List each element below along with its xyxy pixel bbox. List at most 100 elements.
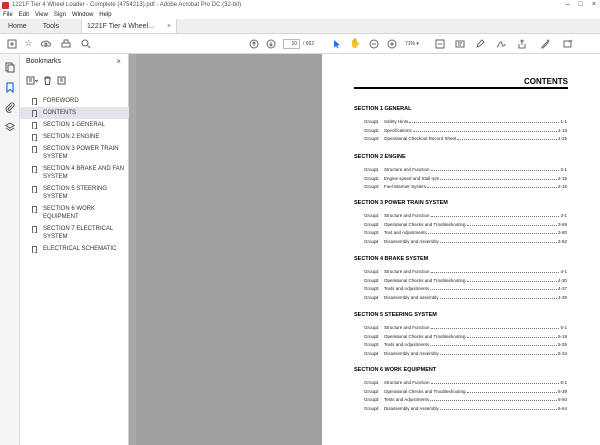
toc-page-number: 2-1 [560,167,567,172]
toc-row[interactable]: Group 2 Engine speed and Stall rpm 2-15 [364,176,567,181]
page-up-icon[interactable] [248,38,259,49]
bookmark-icon [32,186,37,193]
fit-page-icon[interactable] [434,38,445,49]
bookmark-add-icon[interactable]: ☆ [23,38,34,49]
layers-icon[interactable] [4,122,16,134]
toc-entry-title: Structure and Function [384,380,430,385]
toc-row[interactable]: Group 3 Tests and Adjustments 4-37 [364,286,567,291]
toc-row[interactable]: Group 2 Operational Checks and Troubleshoo… [364,222,567,227]
tab-bar: Home Tools 1221F Tier 4 Wheel... × [0,19,600,34]
pen-icon[interactable] [474,38,485,49]
toc-row[interactable]: Group 2 Operational Checks and Troubleshoo… [364,334,567,339]
toc-row[interactable]: Group 1 Structure and Function 6-1 [364,380,567,385]
bookmark-icon [32,110,37,117]
bookmark-section-4[interactable]: SECTION 4 BRAKE AND FAN SYSTEM [20,163,129,183]
chevron-down-icon: ▾ [416,41,419,47]
toc-row[interactable]: Group 2 Operational Checks and Troubleshoo… [364,278,567,283]
search-icon[interactable] [80,38,91,49]
page-down-icon[interactable] [265,38,276,49]
select-cursor-icon[interactable] [331,38,342,49]
toc-entry-title: Engine speed and Stall rpm [384,175,440,181]
zoom-out-icon[interactable] [368,38,379,49]
print-icon[interactable] [60,38,71,49]
create-icon[interactable] [6,38,17,49]
menu-file[interactable]: File [3,12,13,18]
bookmark-section-3[interactable]: SECTION 3 POWER TRAIN SYSTEM [20,143,129,163]
bookmark-options-icon[interactable] [26,76,39,87]
toc-row[interactable]: Group 3 Tests and Adjustments 6-50 [364,397,567,402]
page-number-input[interactable]: 10 [283,39,300,49]
page-thumbnails-icon[interactable] [4,62,16,74]
bookmark-electrical-schematic[interactable]: ELECTRICAL SCHEMATIC [20,243,129,255]
toc-page-number: 6-50 [557,397,567,403]
toc-row[interactable]: Group 4 Disassembly and Assembly 3-82 [364,239,567,244]
bookmark-section-7[interactable]: SECTION 7 ELECTRICAL SYSTEM [20,223,129,243]
bookmark-section-5[interactable]: SECTION 5 STEERING SYSTEM [20,183,129,203]
toc-leader-dots [430,216,560,217]
toc-leader-dots [440,178,557,180]
toc-row[interactable]: Group 1 Safety Hints 1-1 [364,119,567,124]
close-panel-icon[interactable]: × [116,57,121,66]
mark-up-icon[interactable] [539,38,550,49]
toc-page-number: 4-37 [557,286,567,292]
tab-home[interactable]: Home [0,19,35,33]
tab-tools[interactable]: Tools [35,19,67,33]
zoom-in-icon[interactable] [386,38,397,49]
toc-group-label: Group [364,380,377,385]
highlight-icon[interactable] [454,38,465,49]
share-icon[interactable] [516,38,527,49]
toc-row[interactable]: Group 2 Operational Checks and Troubleshoo… [364,389,567,394]
toc-entry-title: Operational Checks and Troubleshooting [384,221,466,227]
menu-help[interactable]: Help [99,12,111,18]
toc-leader-dots [430,400,557,402]
toc-row[interactable]: Group 2 Specifications 1-13 [364,128,567,133]
menu-sign[interactable]: Sign [54,12,66,18]
toc-page-number: 3-1 [560,213,567,218]
close-icon[interactable]: × [592,0,596,10]
toc-group-number: 3 [376,286,379,292]
new-bookmark-icon[interactable] [57,76,66,87]
toc-row[interactable]: Group 1 Structure and Function 3-1 [364,213,567,218]
toc-row[interactable]: Group 3 Tests and Adjustments 5-26 [364,342,567,347]
pdf-page[interactable]: CONTENTS SECTION 1 GENERAL Group 1 Safety H… [322,54,600,445]
toc-leader-dots [439,242,557,244]
zoom-level-select[interactable]: 71% ▾ [405,39,419,49]
bookmark-section-1[interactable]: SECTION 1 GENERAL [20,119,129,131]
toc-row[interactable]: Group 4 Disassembly and Assembly 5-34 [364,351,567,356]
toc-row[interactable]: Group 3 Test and Adjustments 3-80 [364,230,567,235]
bookmark-section-2[interactable]: SECTION 2 ENGINE [20,131,129,143]
toc-entry-title: Specifications [384,127,412,133]
bookmark-section-6[interactable]: SECTION 6 WORK EQUIPMENT [20,203,129,223]
sign-icon[interactable] [495,38,506,49]
menu-window[interactable]: Window [72,12,93,18]
toc-row[interactable]: Group 1 Structure and Function 4-1 [364,269,567,274]
menu-bar: File Edit View Sign Window Help [0,10,600,19]
toc-entry-title: Operational Checks and Troubleshooting [384,277,466,283]
toc-page-number: 1-1 [560,119,567,124]
bookmark-contents[interactable]: CONTENTS [20,107,129,119]
upload-icon[interactable] [40,38,51,49]
toc-page-number: 2-15 [557,175,567,181]
title-bar: 1221F Tier 4 Wheel Loader - Complete (47… [0,0,600,10]
toc-row[interactable]: Group 3 Operational Checkout Record Sheet 1… [364,136,567,141]
toc-row[interactable]: Group 1 Structure and Function 2-1 [364,167,567,172]
toc-row[interactable]: Group 4 Disassembly and Assembly 6-64 [364,406,567,411]
contents-heading: CONTENTS [354,77,568,89]
menu-edit[interactable]: Edit [19,12,29,18]
bookmark-foreword[interactable]: FOREWORD [20,95,129,107]
tab-document[interactable]: 1221F Tier 4 Wheel... × [81,19,178,33]
markup-tools-icon[interactable] [562,38,573,49]
toc-row[interactable]: Group 4 Disassembly and assembly 4-39 [364,295,567,300]
toc-row[interactable]: Group 3 Fuel Warmer System 2-16 [364,184,567,189]
maximize-icon[interactable]: □ [579,0,583,10]
hand-icon[interactable]: ✋ [350,38,361,49]
menu-view[interactable]: View [35,12,48,18]
bookmark-icon [32,226,37,233]
delete-bookmark-icon[interactable] [43,76,52,87]
tab-close-icon[interactable]: × [167,23,171,30]
minimize-icon[interactable]: – [566,0,570,10]
attachments-icon[interactable] [4,102,16,114]
toc-row[interactable]: Group 1 Structure and Function 5-1 [364,325,567,330]
bookmark-label: SECTION 7 ELECTRICAL SYSTEM [43,226,114,240]
bookmarks-icon[interactable] [4,82,16,94]
